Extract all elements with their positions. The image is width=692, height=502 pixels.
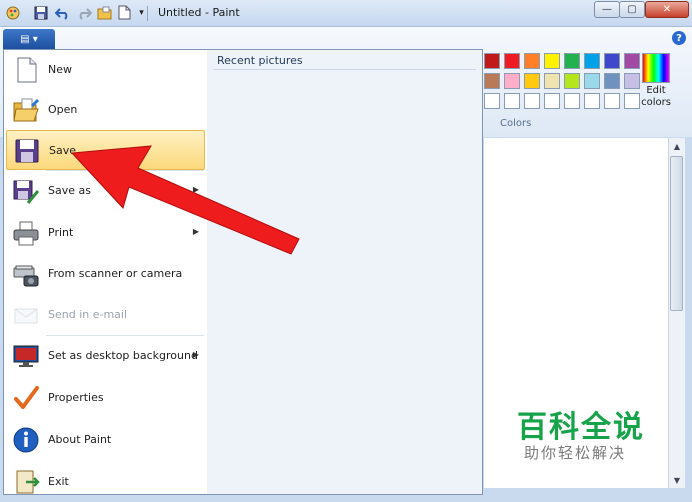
watermark-brand: 百科全说	[517, 410, 645, 445]
red-arrow-pointing-to-save	[70, 145, 300, 255]
watermark-slogan: 助你轻松解决	[524, 444, 627, 462]
